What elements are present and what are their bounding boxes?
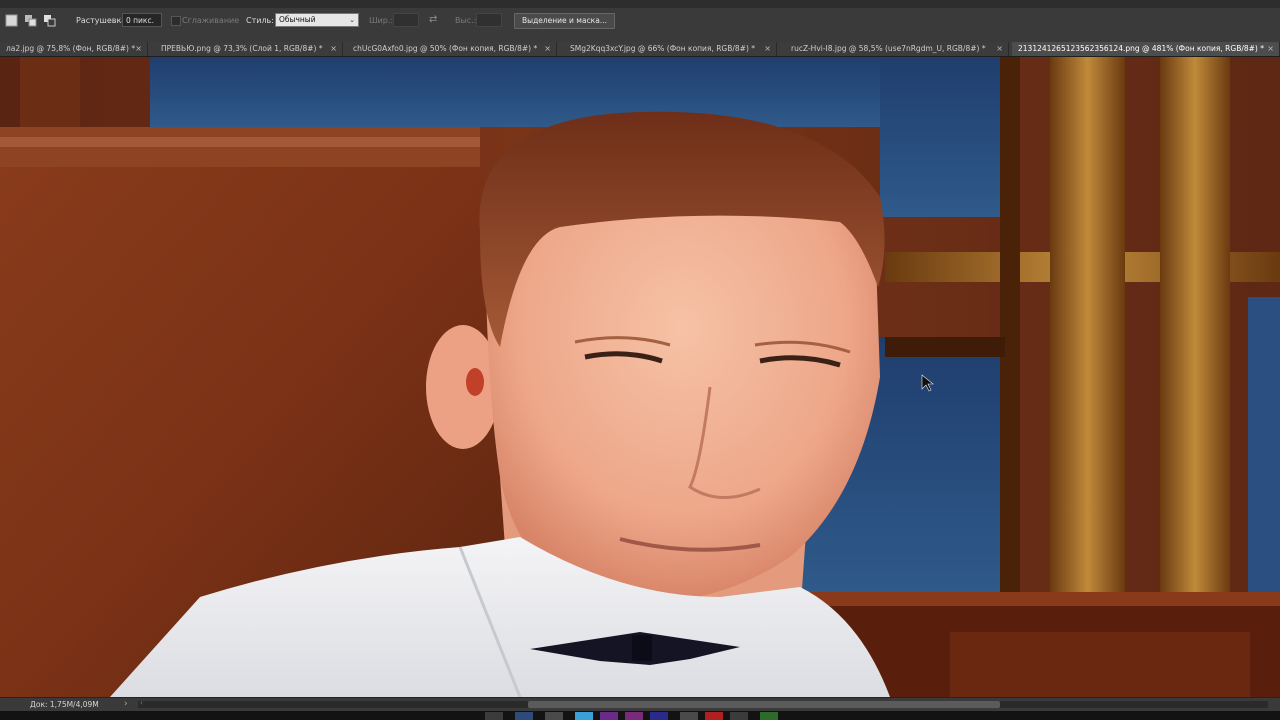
close-icon[interactable]: × [996,42,1003,56]
tab-document-3[interactable]: chUcG0Axfo0.jpg @ 50% (Фон копия, RGB/8#… [347,42,557,56]
tab-document-2[interactable]: ПРЕВЬЮ.png @ 73,3% (Слой 1, RGB/8#) * × [155,42,343,56]
taskbar-app-icon[interactable] [680,712,698,720]
new-selection-icon[interactable] [5,14,18,27]
scrollbar-thumb[interactable] [528,701,1000,708]
chevron-down-icon: ⌄ [349,16,355,24]
taskbar-app-icon[interactable] [760,712,778,720]
document-tabs: ла2.jpg @ 75,8% (Фон, RGB/8#) * × ПРЕВЬЮ… [0,42,1280,57]
status-bar: Док: 1,75M/4,09M › ‹ [0,697,1280,712]
tab-label: SMg2Kqq3xcY.jpg @ 66% (Фон копия, RGB/8#… [570,44,756,53]
menu-strip [0,0,1280,8]
taskbar-app-icon[interactable] [575,712,593,720]
antialias-label: Сглаживание [182,16,240,25]
width-label: Шир.: [369,16,394,25]
tab-document-4[interactable]: SMg2Kqq3xcY.jpg @ 66% (Фон копия, RGB/8#… [564,42,777,56]
subtract-selection-icon[interactable] [43,14,56,27]
tab-document-5[interactable]: rucZ-Hvi-I8.jpg @ 58,5% (use7nRgdm_U, RG… [785,42,1009,56]
tab-label: ПРЕВЬЮ.png @ 73,3% (Слой 1, RGB/8#) * [161,44,323,53]
tab-label: 2131241265123562356124.png @ 481% (Фон к… [1018,44,1264,53]
tab-document-1[interactable]: ла2.jpg @ 75,8% (Фон, RGB/8#) * × [0,42,148,56]
close-icon[interactable]: × [1267,42,1274,56]
taskbar-app-icon[interactable] [650,712,668,720]
options-bar: Растушевка: 0 пикс. Сглаживание Стиль: О… [0,0,1280,43]
add-selection-icon[interactable] [24,14,37,27]
document-size-readout[interactable]: Док: 1,75M/4,09M [30,700,99,709]
taskbar-app-icon[interactable] [515,712,533,720]
status-menu-arrow-icon[interactable]: › [124,699,128,709]
style-select[interactable]: Обычный ⌄ [275,13,359,27]
close-icon[interactable]: × [135,42,142,56]
tab-document-6-active[interactable]: 2131241265123562356124.png @ 481% (Фон к… [1012,42,1280,56]
taskbar-app-icon[interactable] [705,712,723,720]
swap-arrows-icon[interactable]: ⇄ [429,14,437,25]
feather-input[interactable]: 0 пикс. [122,13,162,27]
photoshop-window: Растушевка: 0 пикс. Сглаживание Стиль: О… [0,0,1280,720]
width-input[interactable] [393,13,419,27]
os-taskbar [0,711,1280,720]
taskbar-app-icon[interactable] [625,712,643,720]
taskbar-app-icon[interactable] [545,712,563,720]
tab-label: chUcG0Axfo0.jpg @ 50% (Фон копия, RGB/8#… [353,44,538,53]
close-icon[interactable]: × [544,42,551,56]
close-icon[interactable]: × [764,42,771,56]
options-row: Растушевка: 0 пикс. Сглаживание Стиль: О… [0,13,1280,31]
taskbar-app-icon[interactable] [485,712,503,720]
taskbar-app-icon[interactable] [600,712,618,720]
tab-label: ла2.jpg @ 75,8% (Фон, RGB/8#) * [6,44,136,53]
feather-label: Растушевка: [76,16,129,25]
height-label: Выс.: [455,16,477,25]
close-icon[interactable]: × [330,42,337,56]
style-label: Стиль: [246,16,274,25]
photo [0,57,1280,697]
scroll-left-icon[interactable]: ‹ [140,699,143,707]
taskbar-app-icon[interactable] [730,712,748,720]
height-input[interactable] [476,13,502,27]
tab-label: rucZ-Hvi-I8.jpg @ 58,5% (use7nRgdm_U, RG… [791,44,986,53]
horizontal-scrollbar[interactable] [138,701,1268,708]
style-select-value: Обычный [279,15,316,24]
select-and-mask-button[interactable]: Выделение и маска... [514,13,615,29]
image-canvas[interactable] [0,57,1280,697]
antialias-checkbox[interactable] [171,16,181,26]
